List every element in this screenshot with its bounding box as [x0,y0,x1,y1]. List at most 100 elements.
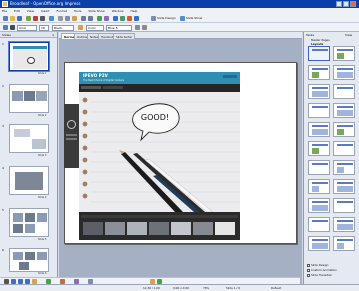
slide-brand: IPEVO P2V [83,73,108,78]
slide-thumbnail-5[interactable] [9,208,49,237]
chart-icon[interactable] [97,16,102,21]
slide-filmstrip[interactable] [79,212,240,240]
zoom-icon[interactable] [127,16,132,21]
layout-option[interactable] [333,84,355,99]
status-zoom[interactable]: 76% [203,285,209,291]
layout-option[interactable] [333,46,355,61]
title-bar: Broadleaf - OpenOffice.org Impress [0,0,359,8]
layout-option[interactable] [308,122,330,137]
line-color-select[interactable]: Black [52,24,74,31]
filmstrip-thumb[interactable] [215,222,235,235]
gallery-icon[interactable] [120,16,125,21]
rotate-icon[interactable] [142,25,147,30]
slide-thumbnail-1[interactable] [8,41,50,72]
layout-option[interactable] [308,179,330,194]
layout-option[interactable] [308,217,330,232]
menu-tools[interactable]: Tools [74,9,81,13]
styles-icon[interactable] [3,25,8,30]
slide-thumbnail-2[interactable] [9,84,49,113]
slide-label: Slide 5 [38,238,47,241]
filmstrip-thumb[interactable] [83,222,103,235]
pdf-icon[interactable] [33,16,38,21]
view-tabs: Normal Outline Notes Handout Slide Sorte… [59,32,302,39]
slide-design-icon[interactable] [151,16,156,21]
save-icon[interactable] [17,16,22,21]
close-button[interactable] [350,1,356,7]
slide-thumbnail-6[interactable] [9,248,49,272]
open-icon[interactable] [10,16,15,21]
line-icon[interactable] [10,25,15,30]
paste-icon[interactable] [72,16,77,21]
layout-option[interactable] [308,84,330,99]
slide-design-button[interactable]: Slide Design [157,16,176,21]
layout-option[interactable] [308,198,330,213]
line-width-input[interactable]: 18 [39,24,49,31]
filmstrip-thumb[interactable] [127,222,147,235]
drawing-toolbar [0,277,300,284]
option-slide-design[interactable]: Slide Design [307,263,328,267]
menu-file[interactable]: File [2,9,7,13]
slides-pane-close-icon[interactable]: × [52,33,55,37]
slide-header[interactable]: IPEVO P2V The Best Choice of Digital Cam… [79,72,240,84]
area-style-select[interactable]: Color [86,24,104,31]
email-icon[interactable] [26,16,31,21]
slide-show-icon[interactable] [180,16,185,21]
filmstrip-thumb[interactable] [171,222,191,235]
slide-side-menu[interactable] [64,104,79,168]
layout-option[interactable] [333,179,355,194]
minimize-button[interactable] [336,1,342,7]
side-menu-icon[interactable] [67,120,76,129]
copy-icon[interactable] [65,16,70,21]
layout-option[interactable] [308,160,330,175]
layout-option[interactable] [333,65,355,80]
option-label: Slide Design [311,263,329,267]
slide-number: 4 [2,166,4,170]
layout-option[interactable] [333,122,355,137]
layout-option[interactable] [308,46,330,61]
filmstrip-thumb[interactable] [105,222,125,235]
option-slide-transition[interactable]: Slide Transition [307,273,332,277]
maximize-button[interactable] [343,1,349,7]
layout-option[interactable] [308,236,330,251]
menu-help[interactable]: Help [131,9,138,13]
line-fill-toolbar: Arial 18 Black Color Blue 8 [0,23,359,32]
slide-thumbnail-3[interactable] [9,124,49,153]
tasks-view-menu[interactable]: View [345,33,352,37]
layout-option[interactable] [333,198,355,213]
layout-option[interactable] [333,160,355,175]
menu-slide-show[interactable]: Slide Show [88,9,104,13]
slide-thumbnail-4[interactable] [9,166,49,195]
filmstrip-thumb[interactable] [193,222,213,235]
layout-option[interactable] [308,141,330,156]
layout-option[interactable] [333,236,355,251]
menu-insert[interactable]: Insert [41,9,50,13]
option-custom-animation[interactable]: Custom Animation [307,268,337,272]
menu-window[interactable]: Window [112,9,124,13]
layouts-grid [303,46,359,252]
new-icon[interactable] [3,16,8,21]
tab-slide-sorter[interactable]: Slide Sorter [113,33,136,39]
fill-color-select[interactable]: Blue 8 [106,24,132,31]
help-icon[interactable] [134,16,139,21]
navigator-icon[interactable] [113,16,118,21]
area-icon[interactable] [78,25,83,30]
layout-option[interactable] [308,65,330,80]
slide-show-button[interactable]: Slide Show [186,16,202,21]
cut-icon[interactable] [58,16,63,21]
menu-view[interactable]: View [27,9,34,13]
filmstrip-thumb[interactable] [149,222,169,235]
table-icon[interactable] [104,16,109,21]
spellcheck-icon[interactable] [49,16,54,21]
menu-edit[interactable]: Edit [14,9,20,13]
menu-format[interactable]: Format [56,9,67,13]
line-style-select[interactable]: Arial [17,24,37,31]
redo-icon[interactable] [88,16,93,21]
layout-option[interactable] [333,103,355,118]
shadow-icon[interactable] [135,25,140,30]
header-controls [223,75,237,78]
undo-icon[interactable] [81,16,86,21]
layout-option[interactable] [308,103,330,118]
layout-option[interactable] [333,141,355,156]
print-icon[interactable] [40,16,45,21]
layout-option[interactable] [333,217,355,232]
